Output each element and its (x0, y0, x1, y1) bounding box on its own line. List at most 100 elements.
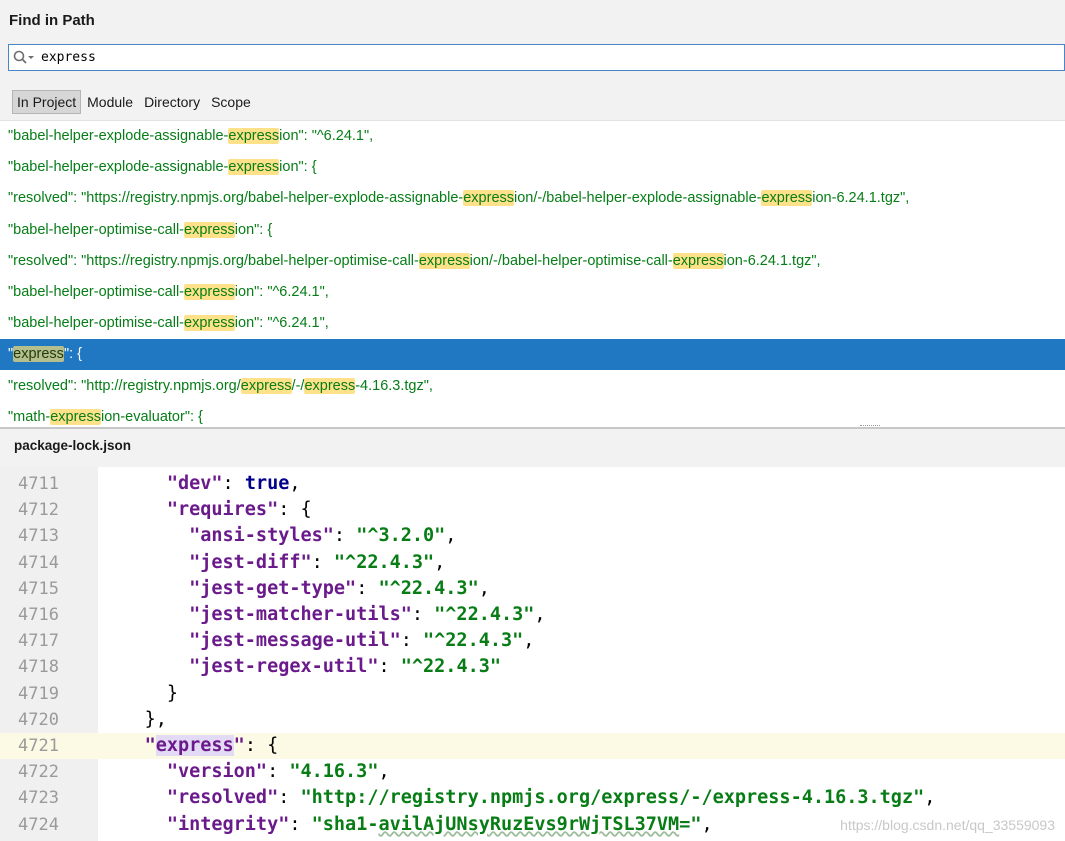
result-row[interactable]: "babel-helper-optimise-call-expression":… (0, 277, 1065, 308)
match-highlight: express (50, 408, 101, 425)
scope-in-project[interactable]: In Project (12, 90, 82, 114)
match-highlight: express (304, 377, 356, 394)
json-string: "^22.4.3" (423, 630, 524, 652)
code-line: 4720 }, (0, 706, 1065, 733)
code-line: 4717 "jest-message-util": "^22.4.3", (0, 628, 1065, 655)
punctuation: : (411, 604, 435, 625)
splitter[interactable] (0, 427, 1065, 429)
watermark: https://blog.csdn.net/qq_33559093 (840, 817, 1055, 833)
punctuation: : (333, 525, 357, 547)
punctuation: : (356, 577, 379, 599)
punctuation: , (378, 761, 390, 783)
punctuation: : { (278, 499, 312, 521)
match-highlight: express (228, 128, 280, 144)
json-key: "dev" (166, 473, 223, 494)
preview-editor[interactable]: 4711 "dev": true, 4712 "requires": {4713 … (0, 467, 1065, 841)
result-text: "math- (8, 408, 51, 425)
match-highlight: express (228, 159, 280, 176)
line-number: 4723 (0, 785, 82, 812)
scope-directory[interactable]: Directory (139, 90, 205, 114)
json-string: "^3.2.0" (356, 525, 446, 547)
line-number: 4714 (0, 549, 82, 576)
punctuation: : (222, 473, 245, 494)
results-list[interactable]: "babel-helper-explode-assignable-express… (0, 120, 1065, 428)
punctuation: : (311, 551, 334, 573)
result-text: ion": "^6.24.1", (279, 128, 374, 144)
punctuation: , (434, 551, 446, 573)
json-keyword: true (244, 473, 290, 494)
result-text: "babel-helper-optimise-call- (8, 315, 184, 332)
result-text: "resolved": "http://registry.npmjs.org/ (8, 377, 241, 394)
json-key: "jest-matcher-utils" (189, 604, 412, 625)
result-row[interactable]: "babel-helper-explode-assignable-express… (0, 121, 1065, 152)
result-row[interactable]: "babel-helper-explode-assignable-express… (0, 152, 1065, 183)
scope-module[interactable]: Module (82, 90, 138, 114)
code-line: 4718 "jest-regex-util": "^22.4.3" (0, 654, 1065, 681)
line-number: 4712 (0, 497, 82, 524)
json-string: "^22.4.3" (333, 551, 435, 573)
match-highlight: express (418, 252, 470, 269)
preview-filename: package-lock.json (14, 438, 132, 453)
result-row[interactable]: "resolved": "https://registry.npmjs.org/… (0, 183, 1065, 214)
punctuation: , (289, 473, 301, 494)
result-text: "babel-helper-explode-assignable- (8, 128, 229, 144)
search-field[interactable] (8, 44, 1065, 71)
result-row[interactable]: "babel-helper-optimise-call-expression":… (0, 308, 1065, 339)
result-row[interactable]: "express": { (0, 339, 1065, 371)
code-line: 4722 "version": "4.16.3", (0, 759, 1065, 786)
code-text: "dev": true, (100, 471, 301, 497)
json-key: "jest-get-type" (189, 577, 357, 599)
punctuation: , (478, 577, 490, 599)
code-text: "jest-diff": "^22.4.3", (100, 550, 445, 576)
line-number: 4719 (0, 680, 82, 707)
result-row[interactable]: "math-expression-evaluator": { (0, 402, 1065, 428)
match-highlight: express (463, 190, 515, 207)
result-row[interactable]: "babel-helper-optimise-call-expression":… (0, 215, 1065, 246)
code-line: 4721 "express": { (0, 733, 1065, 759)
punctuation: }, (144, 708, 167, 730)
code-line: 4714 "jest-diff": "^22.4.3", (0, 549, 1065, 576)
result-row[interactable]: "resolved": "https://registry.npmjs.org/… (0, 246, 1065, 277)
code-text: } (100, 681, 178, 707)
code-line: 4715 "jest-get-type": "^22.4.3", (0, 575, 1065, 602)
line-number: 4711 (0, 471, 82, 497)
match-highlight: express (184, 315, 235, 332)
match-highlight: express (672, 252, 724, 269)
json-key: "integrity" (166, 813, 290, 835)
code-line: 4719 } (0, 680, 1065, 707)
search-history-icon[interactable] (13, 48, 37, 68)
code-text: "ansi-styles": "^3.2.0", (100, 523, 456, 549)
scope-scope[interactable]: Scope (206, 90, 256, 114)
json-key: " (233, 735, 245, 756)
result-text: ion": "^6.24.1", (234, 315, 329, 332)
result-text: ion": { (279, 159, 317, 176)
search-input[interactable] (37, 46, 1064, 69)
result-row[interactable]: "resolved": "http://registry.npmjs.org/e… (0, 371, 1065, 402)
result-text: "babel-helper-explode-assignable- (8, 159, 229, 176)
json-key: "jest-message-util" (189, 630, 401, 652)
result-text: ion/-/babel-helper-optimise-call- (469, 252, 673, 269)
match-highlight: express (13, 346, 64, 363)
punctuation: , (701, 813, 713, 835)
result-text: ion-6.24.1.tgz", (812, 190, 910, 207)
json-key: "resolved" (166, 787, 279, 809)
code-line: 4716 "jest-matcher-utils": "^22.4.3", (0, 602, 1065, 628)
punctuation: : (278, 787, 301, 809)
json-string: avilAjUNsyRuzEvs9rWjTSL37VM (378, 813, 680, 835)
match-highlight: express (184, 221, 235, 238)
punctuation: } (166, 682, 178, 704)
line-number: 4717 (0, 628, 82, 655)
splitter-grip[interactable] (860, 425, 880, 428)
result-text: ion/-/babel-helper-explode-assignable- (514, 190, 762, 207)
code-line: 4711 "dev": true, (0, 471, 1065, 497)
result-text: "resolved": "https://registry.npmjs.org/… (8, 190, 464, 207)
